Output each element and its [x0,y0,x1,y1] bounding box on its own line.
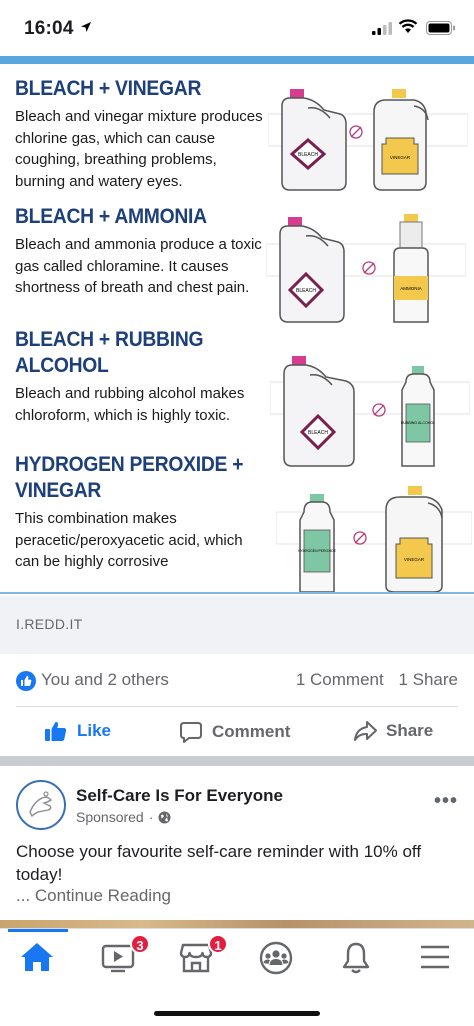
page-name[interactable]: Self-Care Is For Everyone [76,786,283,806]
reactions-row: You and 2 others 1 Comment 1 Share [0,660,474,704]
section-title-line1: HYDROGEN PEROXIDE + [15,453,244,476]
ammonia-label: AMMONIA [400,286,422,291]
page-avatar[interactable] [16,780,66,830]
section-title-line1: BLEACH + RUBBING [15,328,204,351]
watch-badge: 3 [130,934,150,954]
sponsored-post-header: Self-Care Is For Everyone Sponsored · ••… [0,776,474,836]
like-button[interactable]: Like [44,720,111,742]
bleach-label: BLEACH [296,288,316,294]
like-reaction-icon[interactable] [16,671,36,691]
hand-logo-icon [29,791,53,818]
section-bleach-rubbing-alcohol: BLEACH + RUBBING ALCOHOL Bleach and rubb… [15,327,265,426]
bell-icon [342,942,370,974]
peroxide-vinegar-illustration: HYDROGEN PEROXIDE VINEGAR [276,486,472,593]
tab-menu[interactable] [417,941,457,975]
tab-watch[interactable]: 3 [100,934,150,975]
tab-marketplace[interactable]: 1 [178,934,228,975]
section-title: BLEACH + AMMONIA [15,205,207,228]
section-body: Bleach and vinegar mixture produces chlo… [15,108,263,190]
share-button[interactable]: Share [353,720,433,742]
active-tab-indicator [8,929,68,932]
divider [16,706,458,707]
vinegar-label: VINEGAR [390,155,411,160]
share-label: Share [386,721,434,740]
more-options-icon[interactable]: ••• [434,790,458,813]
post-image-peek[interactable] [0,920,474,928]
globe-icon [158,811,171,823]
infographic-top-band [0,56,474,64]
section-title-line2: VINEGAR [15,479,102,502]
rubbing-alcohol-label: RUBBING ALCOHOL [401,421,435,425]
infographic-bottom-band [0,592,474,594]
post-image-infographic[interactable]: BLEACH + VINEGAR Bleach and vinegar mixt… [0,56,474,594]
cellular-signal-icon [372,22,392,35]
like-label: Like [77,721,112,740]
bleach-rubbing-alcohol-illustration: BLEACH RUBBING ALCOHOL [270,356,470,467]
home-icon [21,943,53,971]
status-time: 16:04 [24,18,74,39]
link-domain-text: I.REDD.IT [16,616,83,632]
post-actions: Like Comment Share [0,708,474,754]
section-body: Bleach and ammonia produce a toxic gas c… [15,236,262,296]
home-indicator[interactable] [154,1011,320,1016]
section-body: Bleach and rubbing alcohol makes chlorof… [15,385,245,424]
section-body: This combination makes peracetic/peroxya… [15,510,243,570]
wifi-icon [398,19,418,33]
comment-label: Comment [212,722,291,741]
location-arrow-icon [81,22,91,32]
status-bar: 16:04 [0,0,474,56]
battery-icon [426,21,455,35]
marketplace-badge: 1 [208,934,228,954]
share-count[interactable]: 1 Share [398,670,458,689]
bleach-label: BLEACH [308,430,328,436]
section-title-line2: ALCOHOL [15,354,109,377]
engagement-counts: 1 Comment 1 Share [286,670,458,690]
link-preview-domain[interactable]: I.REDD.IT [0,596,474,654]
section-title: BLEACH + VINEGAR [15,77,202,100]
thumbs-up-icon [45,721,67,741]
tab-groups[interactable] [258,941,298,975]
sponsored-label: Sponsored [76,809,144,825]
post-text: Choose your favourite self-care reminder… [16,842,422,884]
groups-icon [259,941,293,975]
bleach-vinegar-illustration: BLEACH VINEGAR [268,89,468,191]
section-bleach-ammonia: BLEACH + AMMONIA Bleach and ammonia prod… [15,204,265,299]
tab-home[interactable] [19,941,59,975]
tab-notifications[interactable] [338,941,378,975]
bottom-tab-bar: 3 1 [0,928,474,1026]
comment-count[interactable]: 1 Comment [296,670,384,689]
bleach-label: BLEACH [298,152,318,158]
comment-icon [180,722,202,743]
continue-reading-link[interactable]: ... Continue Reading [16,886,171,906]
section-peroxide-vinegar: HYDROGEN PEROXIDE + VINEGAR This combina… [15,452,265,573]
feed-separator [0,756,474,766]
reaction-summary[interactable]: You and 2 others [41,670,169,690]
vinegar-label: VINEGAR [404,557,425,562]
share-arrow-icon [354,721,377,741]
comment-button[interactable]: Comment [179,720,290,744]
hydrogen-peroxide-label: HYDROGEN PEROXIDE [298,549,337,553]
section-bleach-vinegar: BLEACH + VINEGAR Bleach and vinegar mixt… [15,76,265,192]
bleach-ammonia-illustration: BLEACH AMMONIA [266,214,466,323]
sponsored-meta: Sponsored · [76,809,171,825]
hamburger-menu-icon [421,945,449,969]
